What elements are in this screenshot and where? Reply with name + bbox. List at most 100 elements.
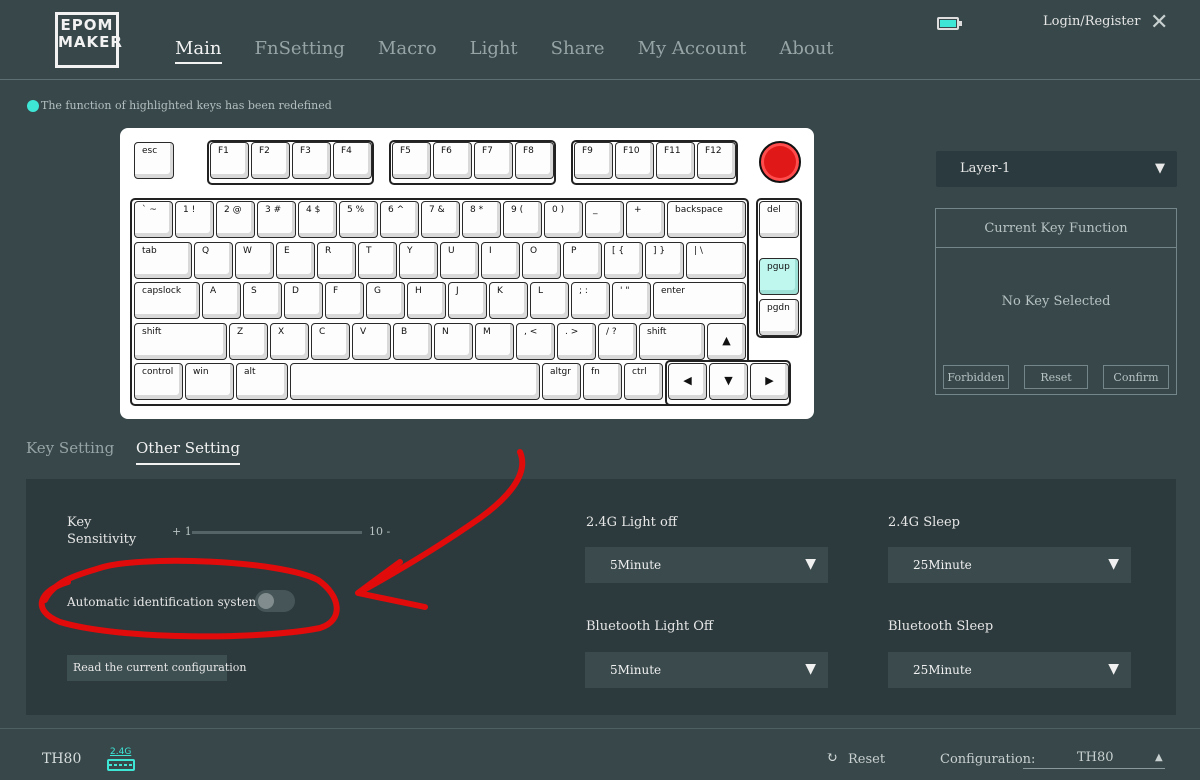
key-f8[interactable]: F8 [515, 142, 554, 179]
key-slash[interactable]: / ? [598, 323, 637, 360]
arrow-left-icon[interactable]: ◀ [668, 363, 707, 400]
key-w[interactable]: W [235, 242, 274, 279]
key-f11[interactable]: F11 [656, 142, 695, 179]
key-backspace[interactable]: backspace [667, 201, 746, 238]
key-5[interactable]: 5 % [339, 201, 378, 238]
read-config-button[interactable]: Read the current configuration [67, 655, 246, 681]
key-r[interactable]: R [317, 242, 356, 279]
key-fn[interactable]: fn [583, 363, 622, 400]
key-space[interactable] [290, 363, 540, 400]
key-f6[interactable]: F6 [433, 142, 472, 179]
key-win[interactable]: win [185, 363, 234, 400]
key-tab[interactable]: tab [134, 242, 192, 279]
key-g[interactable]: G [366, 282, 405, 319]
key-x[interactable]: X [270, 323, 309, 360]
key-u[interactable]: U [440, 242, 479, 279]
key-d[interactable]: D [284, 282, 323, 319]
key-right-shift[interactable]: shift [639, 323, 705, 360]
light-off-24g-dropdown[interactable]: 5Minute ▼ [585, 547, 828, 583]
key-esc[interactable]: esc [134, 142, 174, 179]
close-icon[interactable]: ✕ [1150, 10, 1168, 35]
key-pgdn[interactable]: pgdn [759, 299, 799, 336]
key-comma[interactable]: , < [516, 323, 555, 360]
key-f[interactable]: F [325, 282, 364, 319]
key-backtick[interactable]: ` ~ [134, 201, 173, 238]
key-f4[interactable]: F4 [333, 142, 372, 179]
key-2[interactable]: 2 @ [216, 201, 255, 238]
sensitivity-slider[interactable] [192, 531, 362, 534]
key-k[interactable]: K [489, 282, 528, 319]
key-t[interactable]: T [358, 242, 397, 279]
nav-main[interactable]: Main [175, 38, 222, 64]
tab-key-setting[interactable]: Key Setting [26, 439, 114, 457]
key-i[interactable]: I [481, 242, 520, 279]
nav-my-account[interactable]: My Account [638, 38, 747, 64]
key-period[interactable]: . > [557, 323, 596, 360]
key-f1[interactable]: F1 [210, 142, 249, 179]
forbidden-button[interactable]: Forbidden [943, 365, 1009, 389]
key-j[interactable]: J [448, 282, 487, 319]
arrow-right-icon[interactable]: ▶ [750, 363, 789, 400]
key-3[interactable]: 3 # [257, 201, 296, 238]
key-f5[interactable]: F5 [392, 142, 431, 179]
auto-id-toggle[interactable] [255, 590, 295, 612]
nav-light[interactable]: Light [470, 38, 518, 64]
nav-fnsetting[interactable]: FnSetting [255, 38, 345, 64]
key-s[interactable]: S [243, 282, 282, 319]
key-f12[interactable]: F12 [697, 142, 736, 179]
key-b[interactable]: B [393, 323, 432, 360]
key-semicolon[interactable]: ; : [571, 282, 610, 319]
key-e[interactable]: E [276, 242, 315, 279]
key-plus[interactable]: + [626, 201, 665, 238]
confirm-button[interactable]: Confirm [1103, 365, 1169, 389]
key-v[interactable]: V [352, 323, 391, 360]
key-l[interactable]: L [530, 282, 569, 319]
tab-other-setting[interactable]: Other Setting [136, 439, 241, 465]
login-register-link[interactable]: Login/Register [1043, 14, 1140, 29]
nav-share[interactable]: Share [551, 38, 605, 64]
key-c[interactable]: C [311, 323, 350, 360]
key-y[interactable]: Y [399, 242, 438, 279]
key-left-bracket[interactable]: [ { [604, 242, 643, 279]
key-8[interactable]: 8 * [462, 201, 501, 238]
key-z[interactable]: Z [229, 323, 268, 360]
key-control[interactable]: control [134, 363, 183, 400]
key-1[interactable]: 1 ! [175, 201, 214, 238]
sleep-24g-dropdown[interactable]: 25Minute ▼ [888, 547, 1131, 583]
key-q[interactable]: Q [194, 242, 233, 279]
key-altgr[interactable]: altgr [542, 363, 581, 400]
arrow-up-icon[interactable]: ▲ [707, 323, 746, 360]
key-f3[interactable]: F3 [292, 142, 331, 179]
configuration-value[interactable]: TH80 [1077, 750, 1114, 765]
key-del[interactable]: del [759, 201, 799, 238]
key-a[interactable]: A [202, 282, 241, 319]
key-backslash[interactable]: | \ [686, 242, 746, 279]
key-o[interactable]: O [522, 242, 561, 279]
key-0[interactable]: 0 ) [544, 201, 583, 238]
nav-macro[interactable]: Macro [378, 38, 437, 64]
key-f9[interactable]: F9 [574, 142, 613, 179]
key-capslock[interactable]: capslock [134, 282, 200, 319]
key-minus[interactable]: _ [585, 201, 624, 238]
key-alt[interactable]: alt [236, 363, 288, 400]
nav-about[interactable]: About [779, 38, 833, 64]
arrow-down-icon[interactable]: ▼ [709, 363, 748, 400]
key-right-bracket[interactable]: ] } [645, 242, 684, 279]
key-n[interactable]: N [434, 323, 473, 360]
key-9[interactable]: 9 ( [503, 201, 542, 238]
layer-dropdown[interactable]: Layer-1 ▼ [936, 151, 1177, 187]
bt-light-off-dropdown[interactable]: 5Minute ▼ [585, 652, 828, 688]
key-enter[interactable]: enter [653, 282, 746, 319]
refresh-icon[interactable]: ↻ [826, 750, 838, 766]
key-4[interactable]: 4 $ [298, 201, 337, 238]
key-6[interactable]: 6 ^ [380, 201, 419, 238]
reset-key-button[interactable]: Reset [1024, 365, 1088, 389]
key-f2[interactable]: F2 [251, 142, 290, 179]
caret-up-icon[interactable]: ▲ [1155, 752, 1163, 763]
key-quote[interactable]: ' " [612, 282, 651, 319]
footer-reset-button[interactable]: Reset [848, 752, 885, 767]
key-h[interactable]: H [407, 282, 446, 319]
volume-knob[interactable] [759, 141, 801, 183]
key-left-shift[interactable]: shift [134, 323, 227, 360]
key-7[interactable]: 7 & [421, 201, 460, 238]
